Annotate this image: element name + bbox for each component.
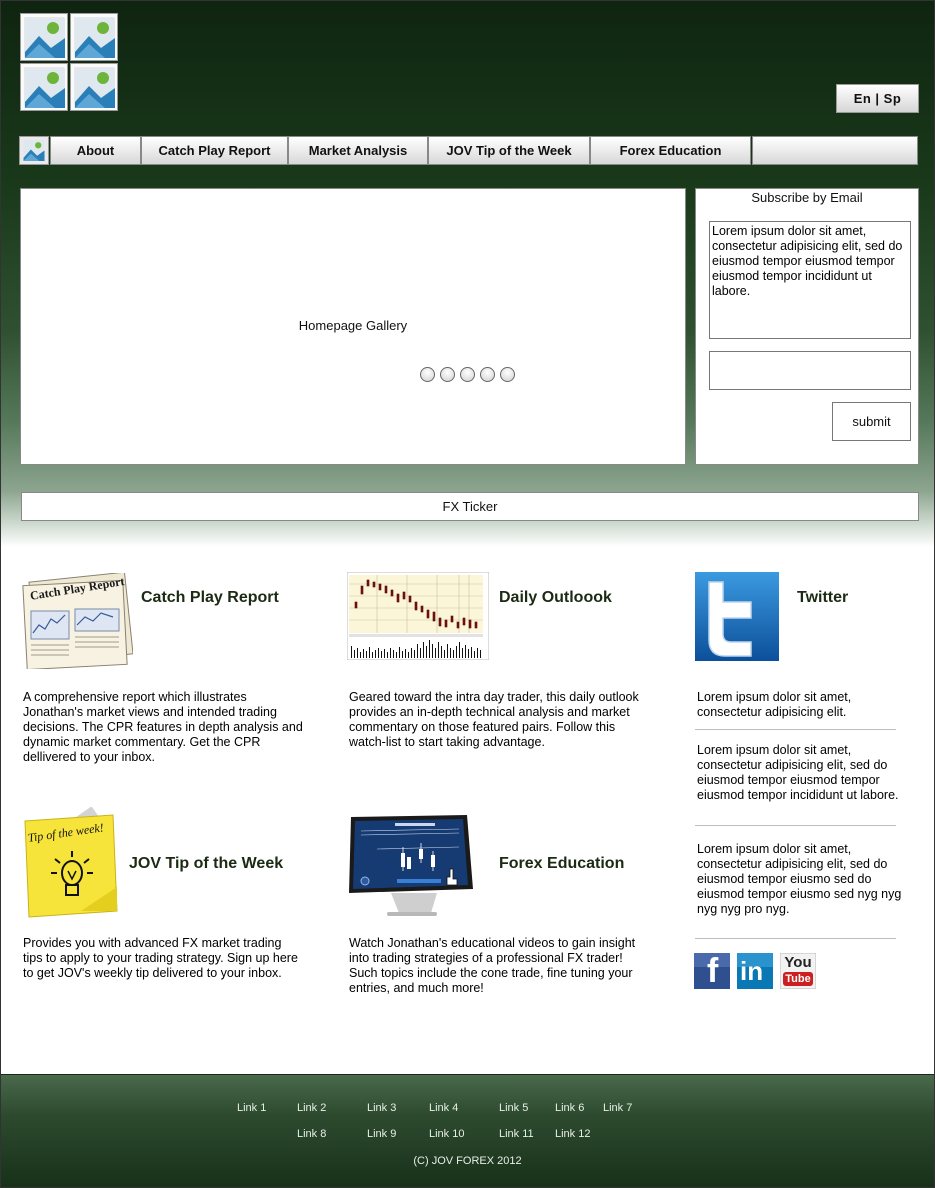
tweet-divider (695, 938, 896, 939)
tweet-text: Lorem ipsum dolor sit amet, consectetur … (697, 690, 852, 719)
daily-outlook-title[interactable]: Daily Outloook (499, 589, 612, 607)
nav-item-forex-education[interactable]: Forex Education (590, 136, 751, 165)
footer-link[interactable]: Link 4 (429, 1102, 458, 1114)
twitter-bird-icon[interactable] (695, 572, 779, 661)
subscribe-panel: Subscribe by Email Lorem ipsum dolor sit… (695, 188, 919, 465)
footer-link[interactable]: Link 8 (297, 1128, 326, 1140)
facebook-glyph: f (707, 952, 719, 990)
footer-link[interactable]: Link 1 (237, 1102, 266, 1114)
tweet-divider (695, 825, 896, 826)
gallery-label: Homepage Gallery (298, 318, 408, 333)
logo-image-placeholder[interactable] (20, 13, 68, 61)
footer-link[interactable]: Link 12 (555, 1128, 590, 1140)
nav-item-catch-play-report[interactable]: Catch Play Report (141, 136, 288, 165)
jov-tip-description: Provides you with advanced FX market tra… (23, 936, 298, 980)
gallery-dot-5[interactable] (500, 367, 515, 382)
footer-link[interactable]: Link 3 (367, 1102, 396, 1114)
footer-link[interactable]: Link 11 (499, 1128, 534, 1140)
nav-item-empty[interactable] (752, 136, 918, 165)
youtube-glyph-bottom: Tube (785, 973, 811, 985)
youtube-glyph-top: You (784, 954, 812, 971)
header-region: En | Sp About Catch Play Report Market A… (1, 1, 934, 549)
email-field[interactable] (709, 351, 911, 390)
home-image-placeholder[interactable] (19, 136, 49, 165)
footer-link[interactable]: Link 6 (555, 1102, 584, 1114)
youtube-icon[interactable]: You Tube (779, 952, 817, 990)
main-nav: About Catch Play Report Market Analysis … (19, 136, 918, 165)
nav-item-market-analysis[interactable]: Market Analysis (288, 136, 428, 165)
daily-outlook-description: Geared toward the intra day trader, this… (349, 690, 639, 749)
twitter-title[interactable]: Twitter (797, 589, 848, 607)
nav-item-about[interactable]: About (50, 136, 141, 165)
logo-image-placeholder[interactable] (70, 13, 118, 61)
tweet-text: Lorem ipsum dolor sit amet, consectetur … (697, 743, 899, 802)
footer-link[interactable]: Link 9 (367, 1128, 396, 1140)
subscribe-title: Subscribe by Email (751, 190, 863, 205)
facebook-icon[interactable]: f (694, 953, 730, 989)
gallery-dot-4[interactable] (480, 367, 495, 382)
homepage-gallery[interactable]: Homepage Gallery (20, 188, 686, 465)
jov-tip-title[interactable]: JOV Tip of the Week (129, 855, 283, 873)
catch-play-report-title[interactable]: Catch Play Report (141, 589, 279, 607)
catch-play-report-description: A comprehensive report which illustrates… (23, 690, 303, 764)
footer-link[interactable]: Link 5 (499, 1102, 528, 1114)
catch-play-report-thumbnail[interactable]: Catch Play Report (21, 571, 134, 671)
nav-item-jov-tip-of-the-week[interactable]: JOV Tip of the Week (428, 136, 590, 165)
footer-link[interactable]: Link 7 (603, 1102, 632, 1114)
forex-education-title[interactable]: Forex Education (499, 855, 624, 873)
daily-outlook-chart-thumbnail[interactable] (346, 571, 490, 661)
gallery-dot-1[interactable] (420, 367, 435, 382)
linkedin-glyph: in (740, 956, 764, 986)
page: En | Sp About Catch Play Report Market A… (0, 0, 935, 1188)
linkedin-icon[interactable]: in (737, 953, 773, 989)
tweet-text: Lorem ipsum dolor sit amet, consectetur … (697, 842, 902, 916)
gallery-dot-2[interactable] (440, 367, 455, 382)
gallery-dot-3[interactable] (460, 367, 475, 382)
logo-image-placeholder[interactable] (20, 63, 68, 111)
copyright-text: (C) JOV FOREX 2012 (413, 1155, 522, 1167)
tip-of-the-week-thumbnail[interactable]: Tip of the week! (21, 806, 119, 919)
footer: Link 1 Link 2 Link 3 Link 4 Link 5 Link … (1, 1074, 934, 1187)
tweet-divider (695, 729, 896, 730)
fx-ticker[interactable]: FX Ticker (21, 492, 919, 521)
gallery-pagination (420, 367, 515, 382)
language-toggle-button[interactable]: En | Sp (836, 84, 919, 113)
subscribe-description: Lorem ipsum dolor sit amet, consectetur … (709, 221, 911, 339)
forex-education-video-thumbnail[interactable] (347, 813, 475, 919)
forex-education-description: Watch Jonathan's educational videos to g… (349, 936, 636, 995)
logo-image-placeholder[interactable] (70, 63, 118, 111)
submit-button[interactable]: submit (832, 402, 911, 441)
footer-link[interactable]: Link 2 (297, 1102, 326, 1114)
footer-link[interactable]: Link 10 (429, 1128, 464, 1140)
